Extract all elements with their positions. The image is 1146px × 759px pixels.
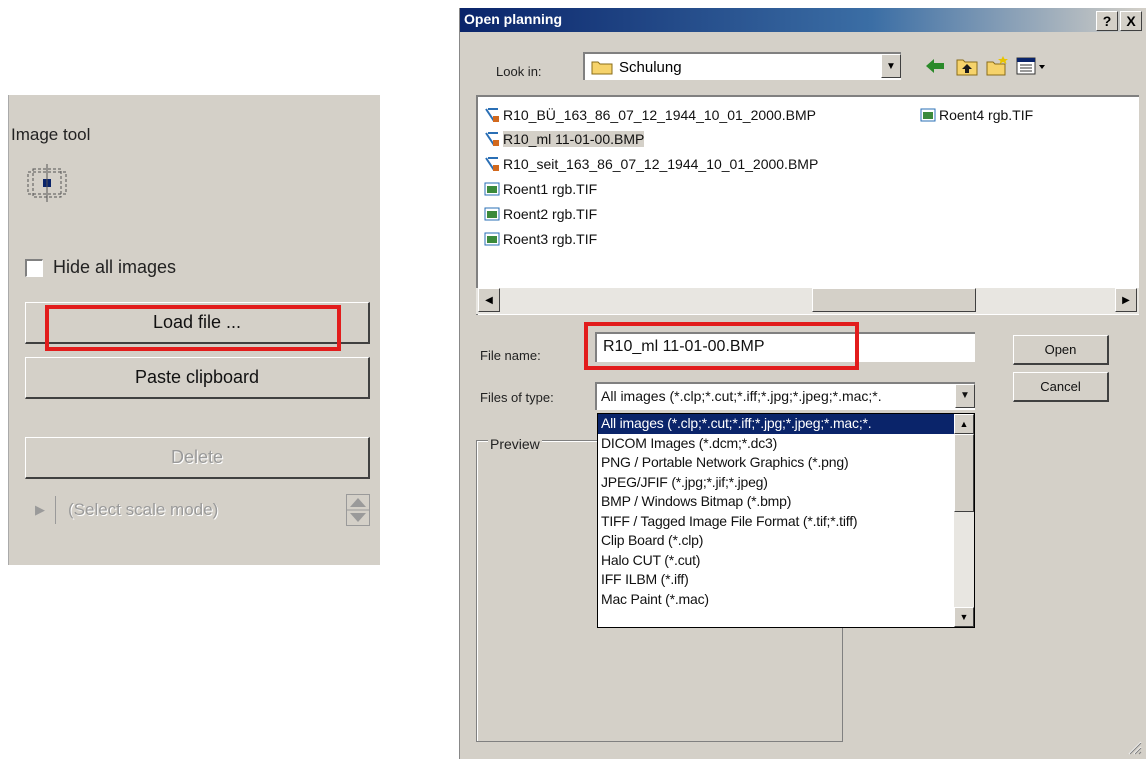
scale-mode-selector[interactable]: ▶ (Select scale mode) [25,491,370,529]
scale-mode-label: (Select scale mode) [68,500,219,519]
new-folder-icon[interactable] [986,56,1008,76]
play-arrow-icon[interactable]: ▶ [25,496,56,524]
view-menu-icon[interactable] [1016,56,1048,76]
dropdown-scrollbar[interactable]: ▲ ▼ [954,414,974,627]
look-in-value: Schulung [619,58,682,76]
scroll-down-icon[interactable]: ▼ [954,607,974,627]
up-folder-icon[interactable] [956,56,978,76]
tif-file-icon [484,207,500,221]
dropdown-option[interactable]: TIFF / Tagged Image File Format (*.tif;*… [598,512,974,532]
folder-icon [591,61,613,75]
panel-title: Image tool [11,125,91,144]
scroll-up-icon[interactable]: ▲ [954,414,974,434]
bmp-file-icon [485,108,499,122]
file-item[interactable]: Roent4 rgb.TIF [920,107,1033,123]
file-item[interactable]: R10_BÜ_163_86_07_12_1944_10_01_2000.BMP [484,107,816,123]
image-tool-panel: Image tool Hide all images Load file ...… [8,95,380,565]
hide-all-images-checkbox[interactable] [25,258,43,277]
file-name-label: File name: [480,348,541,363]
dialog-titlebar[interactable]: Open planning ? X [460,8,1146,32]
look-in-combo[interactable]: Schulung ▼ [583,52,901,80]
files-of-type-combo[interactable]: All images (*.clp;*.cut;*.iff;*.jpg;*.jp… [595,382,975,410]
file-item[interactable]: R10_seit_163_86_07_12_1944_10_01_2000.BM… [484,156,818,172]
resize-grip-icon[interactable] [1126,739,1142,755]
file-name-highlight [584,322,859,370]
horizontal-scrollbar[interactable]: ◀ ▶ [476,288,1139,314]
dropdown-option[interactable]: Clip Board (*.clp) [598,531,974,551]
file-item[interactable]: Roent1 rgb.TIF [484,181,597,197]
paste-clipboard-button[interactable]: Paste clipboard [25,357,370,399]
dropdown-option[interactable]: IFF ILBM (*.iff) [598,570,974,590]
tif-file-icon [484,232,500,246]
dropdown-option[interactable]: JPEG/JFIF (*.jpg;*.jif;*.jpeg) [598,473,974,493]
look-in-label: Look in: [496,64,542,79]
delete-button[interactable]: Delete [25,437,370,479]
dropdown-option[interactable]: DICOM Images (*.dcm;*.dc3) [598,434,974,454]
files-of-type-label: Files of type: [480,390,554,405]
chevron-down-icon[interactable]: ▼ [955,384,975,408]
scroll-right-icon[interactable]: ▶ [1115,288,1137,312]
hide-all-images-label: Hide all images [53,257,177,277]
load-file-highlight [45,305,341,351]
scroll-left-icon[interactable]: ◀ [478,288,500,312]
dropdown-option[interactable]: Halo CUT (*.cut) [598,551,974,571]
hide-all-images-row[interactable]: Hide all images [25,257,176,278]
cancel-button[interactable]: Cancel [1013,372,1109,402]
help-button[interactable]: ? [1096,11,1118,31]
dropdown-option[interactable]: All images (*.clp;*.cut;*.iff;*.jpg;*.jp… [598,414,974,434]
tif-file-icon [484,182,500,196]
scroll-thumb[interactable] [812,288,976,312]
tif-file-icon [920,108,936,122]
close-button[interactable]: X [1120,11,1142,31]
files-of-type-dropdown[interactable]: All images (*.clp;*.cut;*.iff;*.jpg;*.jp… [597,413,975,628]
file-item[interactable]: Roent2 rgb.TIF [484,206,597,222]
dropdown-option[interactable]: PNG / Portable Network Graphics (*.png) [598,453,974,473]
file-item[interactable]: Roent3 rgb.TIF [484,231,597,247]
bmp-file-icon [485,132,499,146]
spin-updown-icon[interactable] [346,494,370,526]
open-planning-dialog: Open planning ? X Look in: Schulung ▼ R1… [459,8,1146,759]
files-of-type-value: All images (*.clp;*.cut;*.iff;*.jpg;*.jp… [601,388,882,404]
preview-label: Preview [488,436,542,452]
bmp-file-icon [485,157,499,171]
dropdown-option[interactable]: Mac Paint (*.mac) [598,590,974,610]
dialog-title: Open planning [464,11,562,27]
dropdown-option[interactable]: BMP / Windows Bitmap (*.bmp) [598,492,974,512]
chevron-down-icon[interactable]: ▼ [881,54,901,78]
image-tool-icon[interactable] [26,162,68,204]
file-item[interactable]: R10_ml 11-01-00.BMP [484,131,645,147]
back-arrow-icon[interactable] [924,56,946,76]
dropdown-scroll-thumb[interactable] [954,434,974,512]
open-button[interactable]: Open [1013,335,1109,365]
file-list[interactable]: R10_BÜ_163_86_07_12_1944_10_01_2000.BMP … [476,95,1139,315]
